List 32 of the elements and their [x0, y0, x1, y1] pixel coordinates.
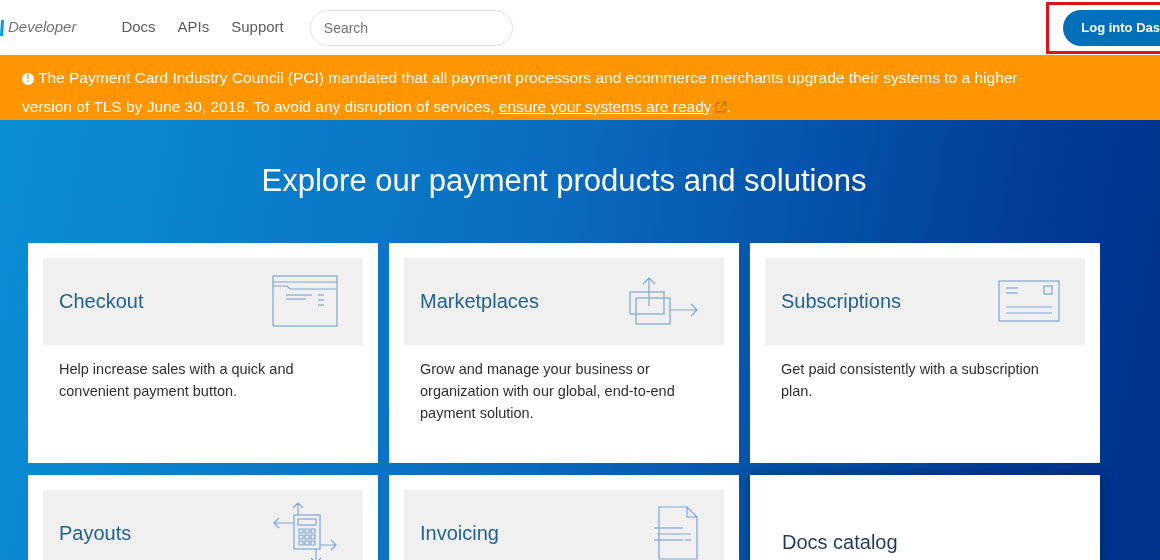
product-card[interactable]: Payouts — [28, 474, 378, 560]
logo[interactable]: Developer — [0, 16, 77, 39]
card-title: Marketplaces — [420, 289, 539, 314]
card-description: Grow and manage your business or organization with our global, end-to-end payment solution. — [419, 359, 676, 423]
card-title: Payouts — [59, 521, 132, 546]
product-card[interactable]: Invoicing — [389, 474, 739, 560]
external-link-icon — [714, 101, 727, 113]
logo-mark-icon — [0, 19, 4, 36]
hero-title: Explore our payment products and solutions — [260, 162, 868, 200]
product-card[interactable]: Checkout Help increase sales with a quick and convenient payment button. — [28, 242, 378, 463]
docs-catalog-card[interactable]: Docs catalog — [750, 474, 1100, 560]
alert-message: ! The Payment Card Industry Council (PCI) mandated that all payment processors and ecommerce merchants upgrade their systems to a higher version of TLS by June 30, 2018. To avoid any disruption of services, ensure your systems are ready . — [22, 68, 1019, 117]
alert-icon: ! — [22, 72, 34, 85]
nav-link[interactable]: APIs — [177, 16, 210, 39]
search-field[interactable]: Search — [309, 9, 513, 46]
envelope-icon — [998, 280, 1060, 322]
card-title: Subscriptions — [781, 289, 902, 314]
boxes-with-arrows-icon — [629, 276, 699, 326]
card-title: Checkout — [59, 289, 144, 314]
login-button[interactable]: Log into Das — [1063, 9, 1160, 46]
product-card[interactable]: Marketplaces Grow and manage your business or organization with our global, end-to-end payment solution. — [389, 242, 739, 463]
document-icon — [653, 506, 699, 560]
calculator-with-arrows-icon — [272, 501, 338, 560]
logo-text: Developer — [8, 17, 77, 38]
browser-window-icon — [272, 275, 338, 327]
card-description: Get paid consistently with a subscription plan. — [780, 359, 1040, 401]
card-title: Invoicing — [420, 521, 499, 546]
nav-link[interactable]: Docs — [121, 16, 156, 39]
card-title: Docs catalog — [782, 530, 898, 553]
nav-link[interactable]: Support — [231, 16, 284, 39]
card-description: Help increase sales with a quick and convenient payment button. — [58, 359, 295, 401]
product-card[interactable]: Subscriptions Get paid consistently with a subscription plan. — [750, 242, 1100, 463]
